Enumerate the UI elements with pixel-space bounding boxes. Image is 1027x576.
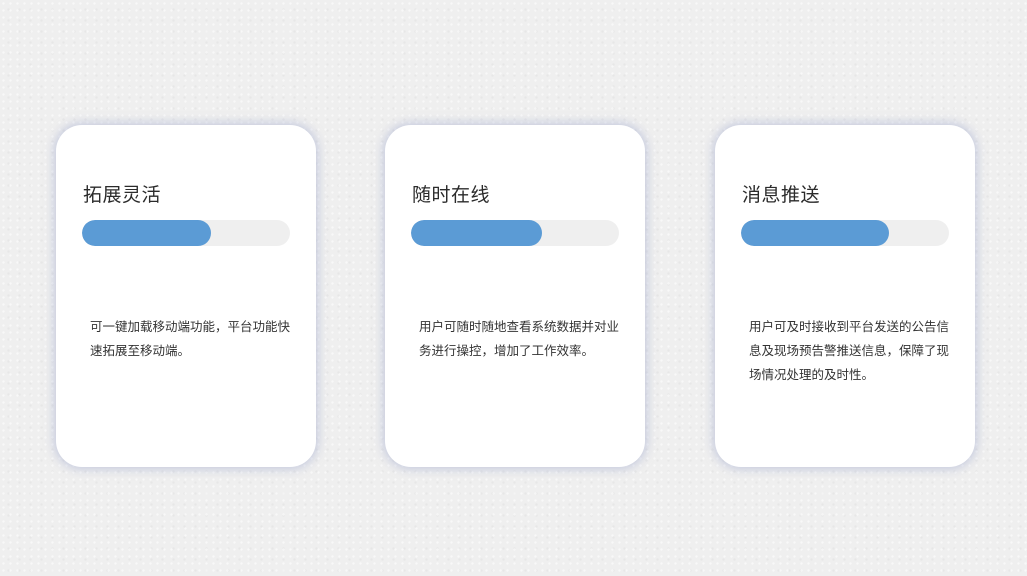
card-title: 消息推送	[742, 184, 821, 206]
card-title: 拓展灵活	[83, 184, 162, 206]
card-description: 用户可随时随地查看系统数据并对业务进行操控，增加了工作效率。	[419, 319, 620, 358]
card-description: 用户可及时接收到平台发送的公告信息及现场预告警推送信息，保障了现场情况处理的及时…	[749, 319, 950, 382]
progress-bar-track	[411, 220, 619, 246]
feature-card-flexible-extension: 拓展灵活 可一键加载移动端功能，平台功能快速拓展至移动端。	[56, 125, 316, 467]
progress-bar-fill	[82, 220, 211, 246]
card-description: 可一键加载移动端功能，平台功能快速拓展至移动端。	[90, 319, 291, 358]
feature-slide: 拓展灵活 可一键加载移动端功能，平台功能快速拓展至移动端。 随时在线 用户可随时…	[0, 0, 1027, 576]
progress-bar-track	[741, 220, 949, 246]
card-title: 随时在线	[412, 184, 491, 206]
progress-bar-fill	[741, 220, 889, 246]
feature-card-always-online: 随时在线 用户可随时随地查看系统数据并对业务进行操控，增加了工作效率。	[385, 125, 645, 467]
progress-bar-track	[82, 220, 290, 246]
progress-bar-fill	[411, 220, 543, 246]
feature-card-message-push: 消息推送 用户可及时接收到平台发送的公告信息及现场预告警推送信息，保障了现场情况…	[715, 125, 975, 467]
